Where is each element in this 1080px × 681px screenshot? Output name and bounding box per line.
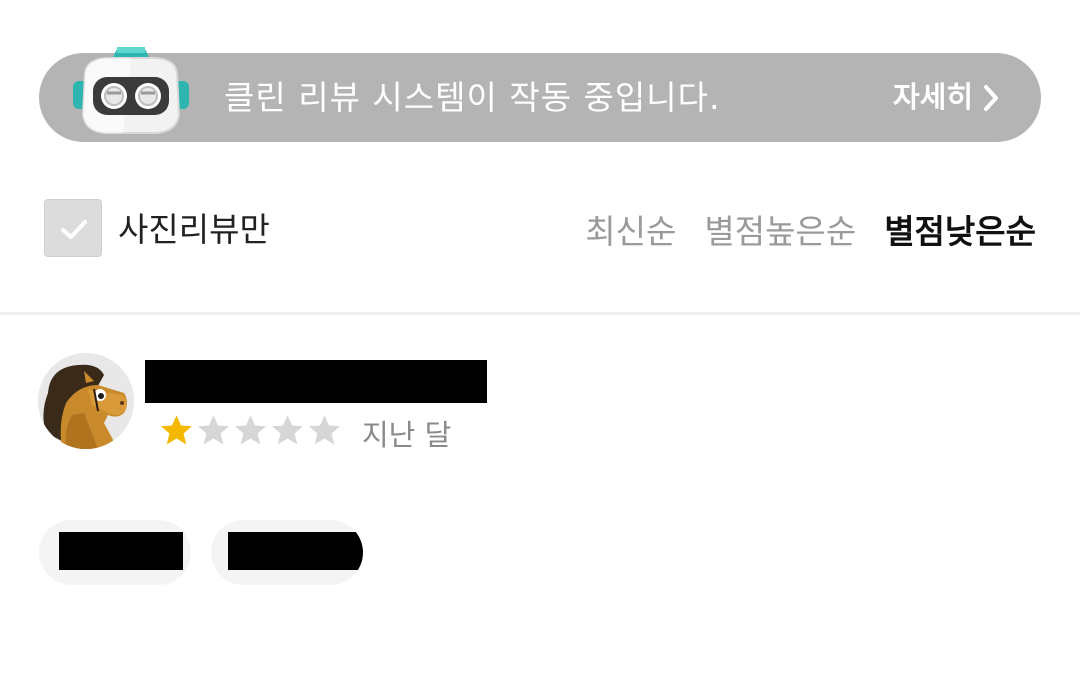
chevron-right-icon <box>984 84 998 111</box>
tag-label <box>59 532 183 570</box>
photo-only-label[interactable]: 사진리뷰만 <box>118 203 270 251</box>
horse-avatar-icon <box>38 353 134 449</box>
avatar[interactable] <box>38 353 134 449</box>
tag-label <box>228 532 363 570</box>
review-tag[interactable] <box>211 520 363 585</box>
photo-only-checkbox[interactable] <box>44 199 102 257</box>
banner-more-label: 자세히 <box>892 80 973 114</box>
sort-rating-high[interactable]: 별점높은순 <box>704 205 856 253</box>
star-filled-icon <box>161 415 192 445</box>
clean-review-banner[interactable]: 클린 리뷰 시스템이 작동 중입니다. 자세히 <box>39 47 1041 142</box>
reviewer-name <box>145 360 487 403</box>
check-icon <box>61 220 87 239</box>
rating-stars <box>158 410 343 450</box>
sort-rating-low[interactable]: 별점낮은순 <box>884 205 1036 253</box>
robot-mascot-icon <box>73 47 189 134</box>
star-empty-icon <box>235 415 266 445</box>
banner-message: 클린 리뷰 시스템이 작동 중입니다. <box>224 78 721 117</box>
star-empty-icon <box>198 415 229 445</box>
sort-options: 최신순 별점높은순 별점낮은순 <box>585 205 1036 253</box>
divider <box>0 312 1080 315</box>
review-date: 지난 달 <box>362 418 452 452</box>
banner-more-link[interactable]: 자세히 <box>893 53 1001 142</box>
star-empty-icon <box>272 415 303 445</box>
star-empty-icon <box>309 415 340 445</box>
sort-newest[interactable]: 최신순 <box>585 205 676 253</box>
review-tag[interactable] <box>39 520 191 585</box>
